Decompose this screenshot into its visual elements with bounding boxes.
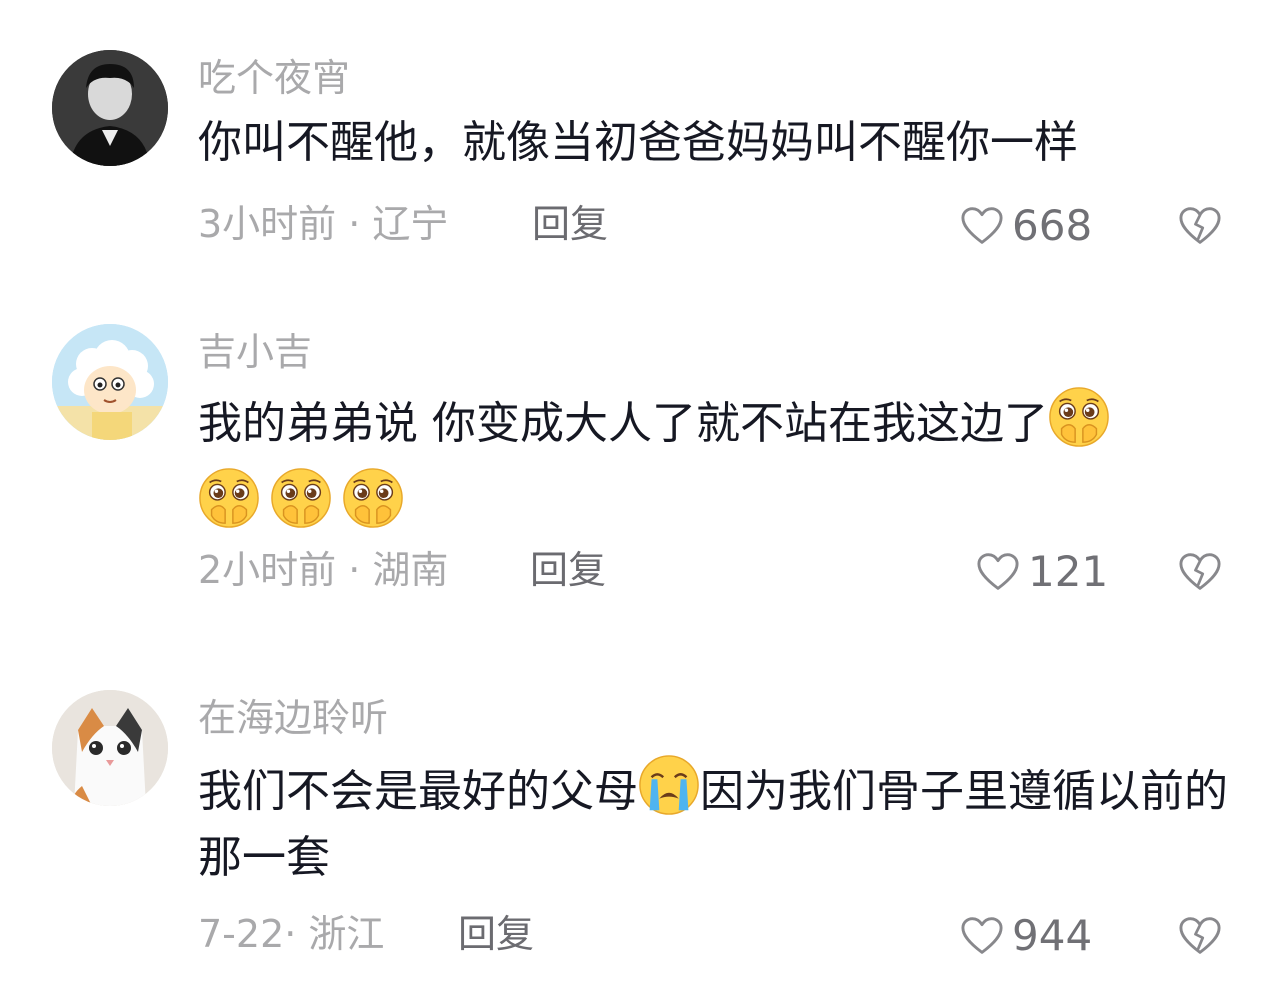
time-location: 3小时前 · 辽宁 (198, 202, 449, 246)
like-button[interactable]: 121 (976, 550, 1108, 594)
like-count: 121 (1028, 547, 1109, 596)
username[interactable]: 吃个夜宵 (198, 56, 350, 100)
broken-heart-icon (1178, 206, 1222, 246)
cartoon-sheep-avatar-icon (52, 324, 168, 440)
comment-text: 你叫不醒他，就像当初爸爸妈妈叫不醒你一样 (198, 117, 1078, 168)
pleading-face-emoji (342, 467, 404, 529)
pleading-face-emoji (270, 467, 332, 529)
reply-button[interactable]: 回复 (530, 548, 606, 592)
broken-heart-icon (1178, 916, 1222, 956)
time-location: 7-22· 浙江 (198, 912, 385, 956)
like-count: 668 (1012, 201, 1093, 250)
comment-text: 我们不会是最好的父母 因为我们骨子里遵循以前的那一套 (198, 754, 1228, 891)
like-button[interactable]: 668 (960, 204, 1092, 248)
username[interactable]: 吉小吉 (198, 330, 312, 374)
comment-text: 我的弟弟说 你变成大人了就不站在我这边了 (198, 386, 1228, 538)
username[interactable]: 在海边聆听 (198, 696, 388, 740)
comment-text-part: 我们不会是最好的父母 (198, 766, 638, 817)
heart-icon (960, 206, 1004, 246)
avatar[interactable] (52, 324, 168, 440)
dislike-button[interactable] (1178, 206, 1222, 250)
cat-photo-avatar-icon (52, 690, 168, 806)
like-button[interactable]: 944 (960, 914, 1092, 958)
heart-icon (960, 916, 1004, 956)
avatar[interactable] (52, 690, 168, 806)
comment-text-body: 我的弟弟说 你变成大人了就不站在我这边了 (198, 398, 1048, 449)
reply-button[interactable]: 回复 (458, 912, 534, 956)
pleading-face-emoji (198, 467, 260, 529)
broken-heart-icon (1178, 552, 1222, 592)
like-count: 944 (1012, 911, 1093, 960)
portrait-photo-icon (52, 50, 168, 166)
avatar[interactable] (52, 50, 168, 166)
dislike-button[interactable] (1178, 916, 1222, 960)
crying-face-emoji (638, 754, 700, 816)
pleading-face-emoji (1048, 386, 1110, 448)
dislike-button[interactable] (1178, 552, 1222, 596)
heart-icon (976, 552, 1020, 592)
reply-button[interactable]: 回复 (532, 202, 608, 246)
time-location: 2小时前 · 湖南 (198, 548, 449, 592)
